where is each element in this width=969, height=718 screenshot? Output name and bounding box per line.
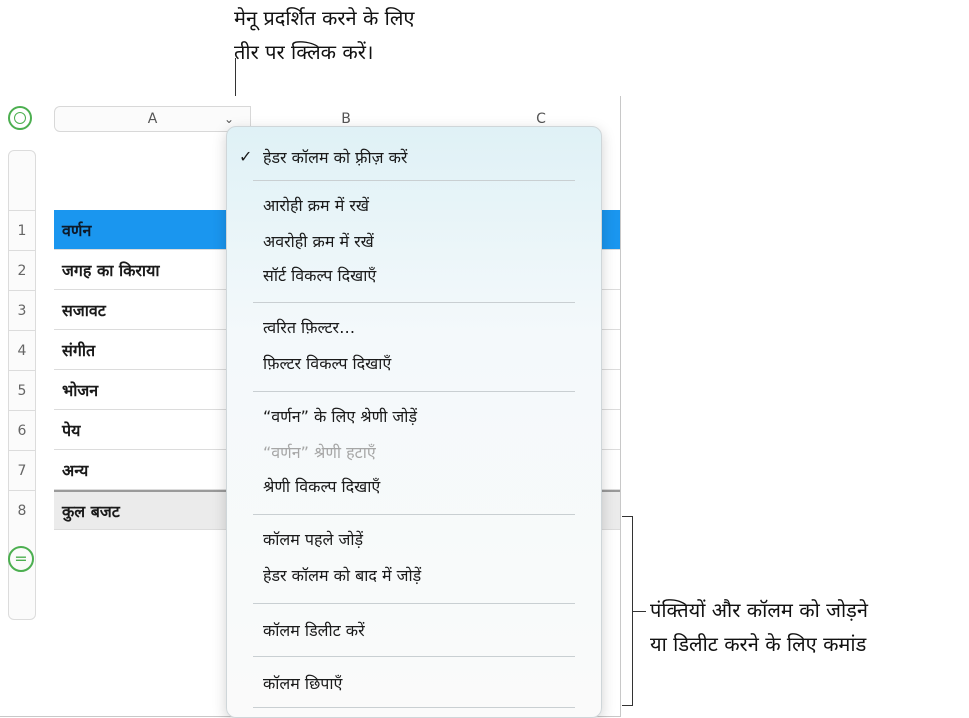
cell-label: जगह का किराया	[62, 260, 160, 280]
menu-item-sort-options[interactable]: सॉर्ट विकल्प दिखाएँ	[227, 261, 601, 289]
menu-item-sort-ascending[interactable]: आरोही क्रम में रखें	[227, 191, 601, 219]
menu-item-add-column-after[interactable]: हेडर कॉलम को बाद में जोड़ें	[227, 561, 601, 589]
cell-label: वर्णन	[62, 220, 92, 240]
callout-bracket-bottom	[622, 705, 632, 706]
row-number[interactable]: 5	[8, 370, 36, 410]
menu-item-category-options[interactable]: श्रेणी विकल्प दिखाएँ	[227, 472, 601, 500]
menu-separator	[253, 707, 575, 708]
cell-label: संगीत	[62, 340, 96, 360]
menu-item-sort-descending[interactable]: अवरोही क्रम में रखें	[227, 227, 601, 255]
cell-label: भोजन	[62, 380, 99, 400]
menu-item-label: हेडर कॉलम को फ़्रीज़ करें	[263, 148, 408, 167]
column-c-label: C	[536, 111, 546, 127]
menu-item-label: फ़िल्टर विकल्प दिखाएँ	[263, 354, 392, 373]
callout-top-line2: तीर पर क्लिक करें।	[234, 40, 374, 64]
menu-item-quick-filter[interactable]: त्वरित फ़िल्टर…	[227, 313, 601, 341]
equals-icon: =	[14, 549, 28, 568]
column-context-menu: ✓ हेडर कॉलम को फ़्रीज़ करें आरोही क्रम म…	[226, 126, 602, 718]
row-number[interactable]: 4	[8, 330, 36, 370]
menu-item-add-column-before[interactable]: कॉलम पहले जोड़ें	[227, 525, 601, 553]
cell-label: सजावट	[62, 300, 106, 320]
row-number[interactable]: 3	[8, 290, 36, 330]
cell-label: कुल बजट	[62, 501, 120, 521]
menu-item-label: कॉलम छिपाएँ	[263, 674, 343, 693]
callout-bracket-top	[622, 516, 632, 517]
menu-item-label: त्वरित फ़िल्टर…	[263, 318, 356, 337]
row-number[interactable]: 1	[8, 210, 36, 250]
menu-item-remove-category: “वर्णन” श्रेणी हटाएँ	[227, 438, 601, 466]
row-number[interactable]: 2	[8, 250, 36, 290]
column-a-label: A	[147, 111, 158, 127]
callout-right-line2: या डिलीट करने के लिए कमांड	[650, 632, 867, 656]
menu-item-label: कॉलम डिलीट करें	[263, 621, 365, 640]
menu-item-label: हेडर कॉलम को बाद में जोड़ें	[263, 566, 422, 585]
circle-icon	[14, 112, 26, 124]
menu-separator	[253, 603, 575, 604]
menu-item-delete-column[interactable]: कॉलम डिलीट करें	[227, 616, 601, 644]
menu-item-label: कॉलम पहले जोड़ें	[263, 530, 364, 549]
menu-item-label: आरोही क्रम में रखें	[263, 196, 369, 215]
menu-separator	[253, 180, 575, 181]
menu-item-label: “वर्णन” के लिए श्रेणी जोड़ें	[263, 407, 418, 426]
checkmark-icon: ✓	[239, 147, 253, 166]
menu-item-label: अवरोही क्रम में रखें	[263, 232, 374, 251]
row-number[interactable]: 8	[8, 490, 36, 530]
menu-separator	[253, 391, 575, 392]
cell-label: अन्य	[62, 460, 89, 480]
callout-top-line1: मेनू प्रदर्शित करने के लिए	[234, 6, 415, 30]
menu-item-label: श्रेणी विकल्प दिखाएँ	[263, 477, 381, 496]
add-row-button[interactable]: =	[8, 546, 34, 572]
row-number[interactable]: 6	[8, 410, 36, 450]
menu-separator	[253, 302, 575, 303]
menu-separator	[253, 656, 575, 657]
menu-item-filter-options[interactable]: फ़िल्टर विकल्प दिखाएँ	[227, 349, 601, 377]
menu-separator	[253, 514, 575, 515]
column-b-label: B	[341, 111, 351, 127]
row-number[interactable]: 7	[8, 450, 36, 490]
callout-bracket-tick	[632, 611, 646, 612]
menu-item-hide-column[interactable]: कॉलम छिपाएँ	[227, 669, 601, 697]
chevron-down-icon[interactable]: ⌄	[224, 112, 234, 126]
menu-item-label: सॉर्ट विकल्प दिखाएँ	[263, 266, 377, 285]
column-header-a[interactable]: A ⌄	[54, 106, 251, 132]
menu-item-label: “वर्णन” श्रेणी हटाएँ	[263, 443, 376, 462]
callout-right-line1: पंक्तियों और कॉलम को जोड़ने	[650, 598, 868, 622]
menu-item-add-category[interactable]: “वर्णन” के लिए श्रेणी जोड़ें	[227, 402, 601, 430]
select-all-button[interactable]	[8, 106, 32, 130]
menu-item-freeze-header[interactable]: ✓ हेडर कॉलम को फ़्रीज़ करें	[227, 143, 601, 171]
cell-label: पेय	[62, 420, 81, 440]
